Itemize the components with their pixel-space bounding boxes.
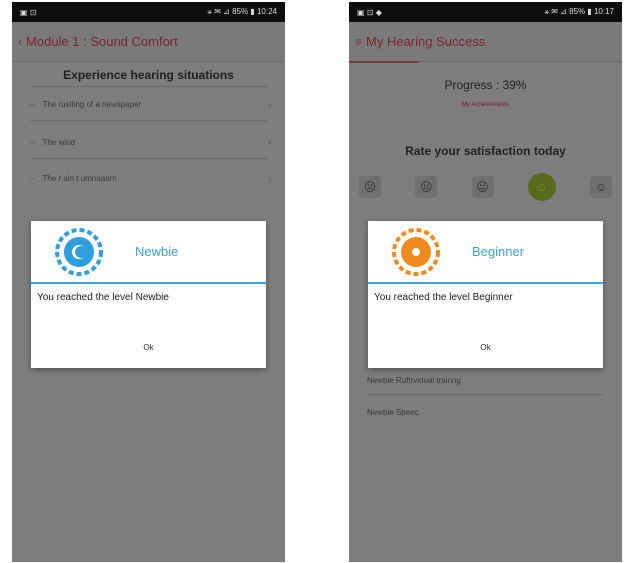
menu-icon[interactable]: ≡ — [355, 35, 362, 49]
list-item-label: Newbie Ruftrvidual trainng — [367, 375, 461, 385]
very-unhappy-face-icon[interactable]: ☹ — [359, 176, 381, 198]
laurel-badge-icon — [392, 228, 440, 276]
list-item-label: The wind — [42, 137, 75, 147]
status-icons-left: ▣ ⊡ — [20, 7, 37, 17]
list-item-label: Newbie Speec — [367, 407, 419, 417]
laurel-badge-icon — [55, 228, 103, 276]
bullet-icon: – — [30, 173, 35, 183]
app-bar: ‹ Module 1 : Sound Comfort — [12, 22, 285, 62]
divider — [30, 120, 267, 121]
list-item[interactable]: – The rustling of a newspaper › — [30, 94, 271, 114]
neutral-face-icon[interactable]: 😐 — [471, 176, 494, 198]
status-bar: ▣ ⊡ ◆ ⚹ ✉ ⊿ 85% ▮ 10:17 — [349, 2, 622, 22]
ok-button[interactable]: Ok — [368, 343, 603, 352]
chevron-right-icon: › — [268, 137, 271, 147]
tab-indicator — [349, 61, 419, 63]
status-icons-left: ▣ ⊡ ◆ — [357, 7, 382, 17]
divider — [367, 394, 604, 395]
dialog-message: You reached the level Beginner — [374, 292, 513, 303]
list-item[interactable]: – The r ain t umnaaarn › — [30, 168, 271, 188]
page-title: Module 1 : Sound Comfort — [26, 34, 178, 49]
rate-title: Rate your satisfaction today — [405, 144, 566, 158]
list-item[interactable]: – The wind › — [30, 132, 271, 152]
phone-screen-right: ▣ ⊡ ◆ ⚹ ✉ ⊿ 85% ▮ 10:17 ≡ My Hearing Suc… — [349, 2, 622, 562]
section-title: Experience hearing situations — [63, 68, 234, 82]
back-arrow-icon[interactable]: ‹ — [18, 35, 22, 49]
divider — [30, 86, 267, 87]
unhappy-face-icon[interactable]: ☹ — [415, 176, 438, 198]
ok-button[interactable]: Ok — [31, 343, 266, 352]
status-bar: ▣ ⊡ ⚹ ✉ ⊿ 85% ▮ 10:24 — [12, 2, 285, 22]
happy-face-icon[interactable]: ☺ — [527, 173, 556, 201]
bullet-icon: – — [30, 99, 35, 109]
list-item[interactable]: Newbie Speec — [367, 402, 608, 422]
divider — [30, 158, 267, 159]
achievements-link[interactable]: My Achievements — [349, 102, 622, 108]
dialog-message: You reached the level Newbie — [37, 292, 169, 303]
list-item-label: The rustling of a newspaper — [42, 99, 142, 109]
level-dialog: Beginner You reached the level Beginner … — [368, 221, 603, 368]
dialog-title: Beginner — [472, 244, 525, 259]
phone-screen-left: ▣ ⊡ ⚹ ✉ ⊿ 85% ▮ 10:24 ‹ Module 1 : Sound… — [12, 2, 285, 562]
list-item[interactable]: Newbie Ruftrvidual trainng — [367, 370, 608, 390]
dialog-divider — [31, 282, 266, 284]
chevron-right-icon: › — [268, 173, 271, 183]
app-bar: ≡ My Hearing Success — [349, 22, 622, 62]
very-happy-face-icon[interactable]: ☺ — [590, 176, 612, 198]
list-item-label: The r ain t umnaaarn — [42, 173, 117, 183]
progress-label: Progress : 39% — [444, 78, 527, 92]
dialog-title: Newbie — [135, 244, 179, 259]
satisfaction-faces: ☹ ☹ 😐 ☺ ☺ — [359, 172, 612, 202]
status-icons-right: ⚹ ✉ ⊿ 85% ▮ 10:24 — [207, 7, 277, 16]
chevron-right-icon: › — [268, 99, 271, 109]
page-title: My Hearing Success — [366, 34, 486, 49]
status-icons-right: ⚹ ✉ ⊿ 85% ▮ 10:17 — [544, 7, 614, 16]
level-dialog: Newbie You reached the level Newbie Ok — [31, 221, 266, 368]
dialog-divider — [368, 282, 603, 284]
bullet-icon: – — [30, 137, 35, 147]
